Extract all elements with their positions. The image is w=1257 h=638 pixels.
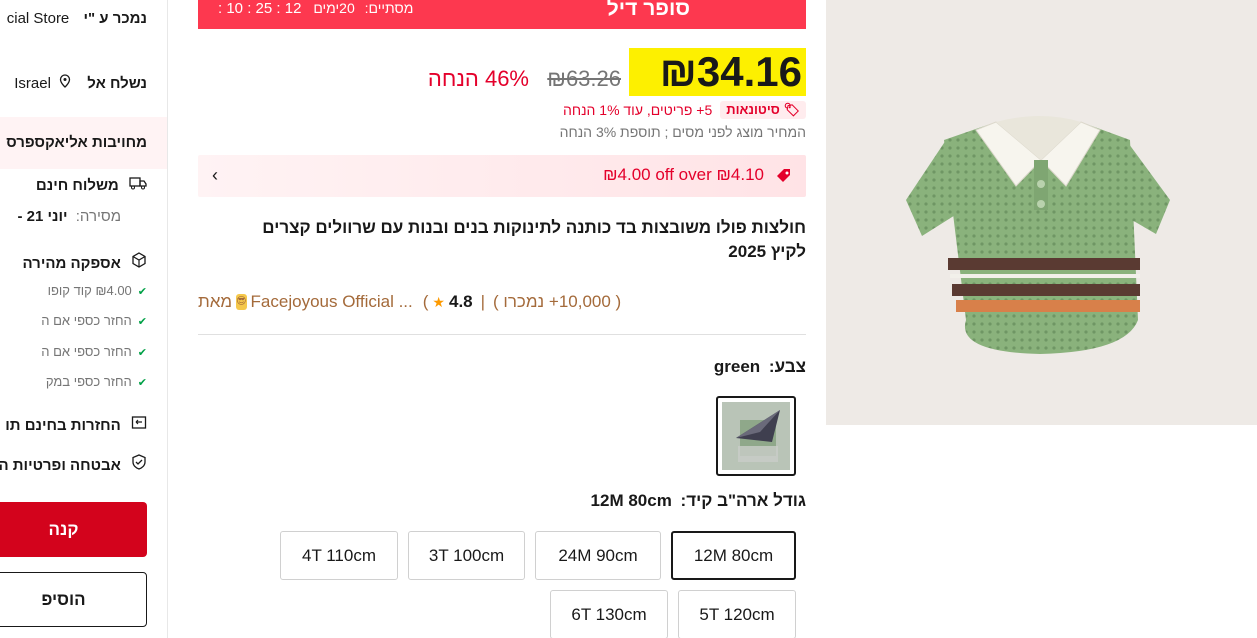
deal-ends-label: מסתיים: xyxy=(364,0,414,16)
check-icon: ✔ xyxy=(137,377,147,389)
seller-label: נמכר ע "י xyxy=(83,10,147,27)
shield-icon xyxy=(127,454,147,474)
deal-days: 20ימים xyxy=(313,0,355,16)
size-option[interactable]: 3T 100cm xyxy=(408,531,525,580)
size-option[interactable]: 4T 110cm xyxy=(280,531,398,580)
free-returns-row: החזרות בחינם תו xyxy=(5,414,147,434)
wholesale-row: 🏷 סיטונאות 5+ פריטים, עוד 1% הנחה xyxy=(563,101,806,119)
location-pin-icon xyxy=(55,74,71,92)
coupon-bar[interactable]: ₪4.00 off over ₪4.10 ‹ xyxy=(198,155,806,197)
store-emoji-icon: 😎 xyxy=(236,294,247,310)
seller-row: נמכר ע "י cial Store xyxy=(7,10,147,27)
ship-to-row[interactable]: נשלח אל Israel xyxy=(14,74,147,92)
add-to-cart-button[interactable]: הוסיפ xyxy=(0,572,147,627)
super-deal-banner: סופר דיל מסתיים: 20ימים 12 : 25 : 10 : xyxy=(198,0,806,29)
delivery-panel: נמכר ע "י cial Store נשלח אל Israel מחוי… xyxy=(0,0,168,638)
sold-count: ( 10,000+ נמכרו ) xyxy=(493,292,622,311)
perk-item: ✔החזר כספי במק xyxy=(45,374,147,389)
check-icon: ✔ xyxy=(137,316,147,328)
ship-to-country: Israel xyxy=(14,75,51,92)
star-icon: ★ xyxy=(432,293,445,310)
deal-title: סופר דיל xyxy=(606,0,690,20)
product-image[interactable] xyxy=(826,0,1257,425)
price-highlight: ₪34.16 xyxy=(629,48,806,96)
size-label: גודל ארה"ב קיד: xyxy=(680,491,806,510)
store-rating-row[interactable]: מאת 😎 Facejoyous Official ... ( ★ 4.8 | … xyxy=(198,292,621,312)
size-value: 12M 80cm xyxy=(590,491,672,510)
delivery-row: מסירה: יוני 21 - xyxy=(17,208,121,225)
size-option[interactable]: 24M 90cm xyxy=(535,531,661,580)
ship-to-label: נשלח אל xyxy=(87,75,147,92)
perk-item: ✔החזר כספי אם ה xyxy=(41,344,147,359)
color-value: green xyxy=(713,357,761,376)
color-label: צבע: xyxy=(768,357,806,376)
rating-value: 4.8 xyxy=(448,292,473,311)
wholesale-text: 5+ פריטים, עוד 1% הנחה xyxy=(562,102,713,118)
size-option[interactable]: 12M 80cm xyxy=(671,531,796,580)
original-price: ₪63.26 xyxy=(547,66,621,91)
perk-item: ✔₪4.00 קוד קופו xyxy=(47,283,147,298)
store-link[interactable]: cial Store xyxy=(7,10,70,27)
color-label-row: צבע: green xyxy=(714,357,806,377)
size-option[interactable]: 6T 130cm xyxy=(550,590,668,638)
wholesale-badge[interactable]: 🏷 סיטונאות xyxy=(720,101,806,119)
commitment-label: מחויבות אליאקספרס xyxy=(6,134,147,151)
store-prefix: מאת xyxy=(198,292,233,311)
color-swatch-green[interactable] xyxy=(716,396,796,476)
coupon-tag-icon xyxy=(774,166,794,186)
deal-timer: 12 : 25 : 10 : xyxy=(218,0,302,17)
chevron-left-icon[interactable]: ‹ xyxy=(212,165,218,186)
fast-delivery-row: אספקה מהירה xyxy=(22,252,147,272)
divider xyxy=(198,334,806,335)
check-icon: ✔ xyxy=(137,286,147,298)
discount-percent: 46% הנחה xyxy=(427,66,529,91)
deal-countdown: מסתיים: 20ימים 12 : 25 : 10 : xyxy=(218,0,413,17)
check-icon: ✔ xyxy=(137,347,147,359)
return-box-icon xyxy=(127,416,147,434)
swatch-image xyxy=(722,402,790,470)
size-label-row: גודל ארה"ב קיד: 12M 80cm xyxy=(591,491,806,511)
security-row: אבטחה ופרטיות ה xyxy=(0,454,147,474)
coupon-text: ₪4.00 off over ₪4.10 xyxy=(603,165,764,184)
tag-small-icon: 🏷 xyxy=(783,102,800,117)
store-name[interactable]: Facejoyous Official ... xyxy=(251,292,413,312)
perk-item: ✔החזר כספי אם ה xyxy=(41,313,147,328)
size-option[interactable]: 5T 120cm xyxy=(678,590,796,638)
product-title: חולצות פולו משובצות בד כותנה לתינוקות בנ… xyxy=(262,218,806,261)
buy-now-button[interactable]: קנה xyxy=(0,502,147,557)
tax-note: המחיר מוצג לפני מסים ; תוספת 3% הנחה xyxy=(559,124,806,140)
box-icon xyxy=(127,252,147,272)
truck-icon xyxy=(125,177,147,194)
current-price: ₪34.16 xyxy=(659,48,802,95)
free-shipping-row: משלוח חינם xyxy=(36,176,147,194)
